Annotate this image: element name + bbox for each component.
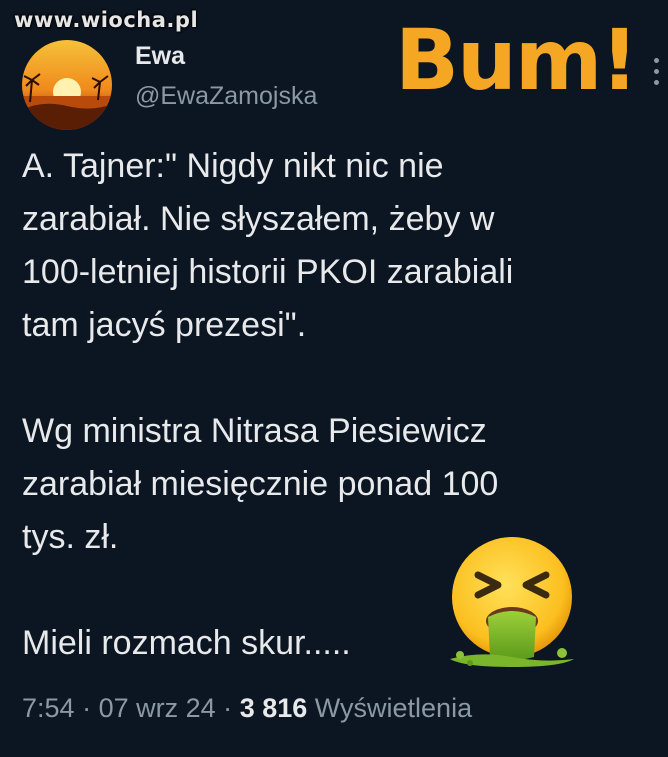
tweet-paragraph-2: Wg ministra Nitrasa Piesiewicz zarabiał … [22, 412, 499, 556]
author-name[interactable]: Ewa [135, 42, 185, 71]
more-icon[interactable] [654, 58, 660, 91]
avatar[interactable] [22, 40, 112, 130]
separator: · [223, 693, 233, 723]
tweet-paragraph-1: A. Tajner:" Nigdy nikt nic nie zarabiał.… [22, 147, 514, 344]
vomiting-face-emoji-icon [440, 535, 580, 670]
views-label: Wyświetlenia [314, 693, 473, 723]
separator: · [82, 693, 92, 723]
watermark: www.wiocha.pl [14, 8, 199, 32]
sunset-avatar-icon [22, 40, 112, 130]
views-count: 3 816 [239, 693, 308, 723]
tweet-meta: 7:54 · 07 wrz 24 · 3 816 Wyświetlenia [22, 693, 472, 724]
tweet-time[interactable]: 7:54 [22, 693, 75, 723]
tweet-date[interactable]: 07 wrz 24 [99, 693, 216, 723]
bum-sticker: Bum! [395, 11, 639, 109]
tweet-paragraph-3: Mieli rozmach skur..... [22, 624, 351, 662]
author-handle[interactable]: @EwaZamojska [135, 82, 317, 111]
